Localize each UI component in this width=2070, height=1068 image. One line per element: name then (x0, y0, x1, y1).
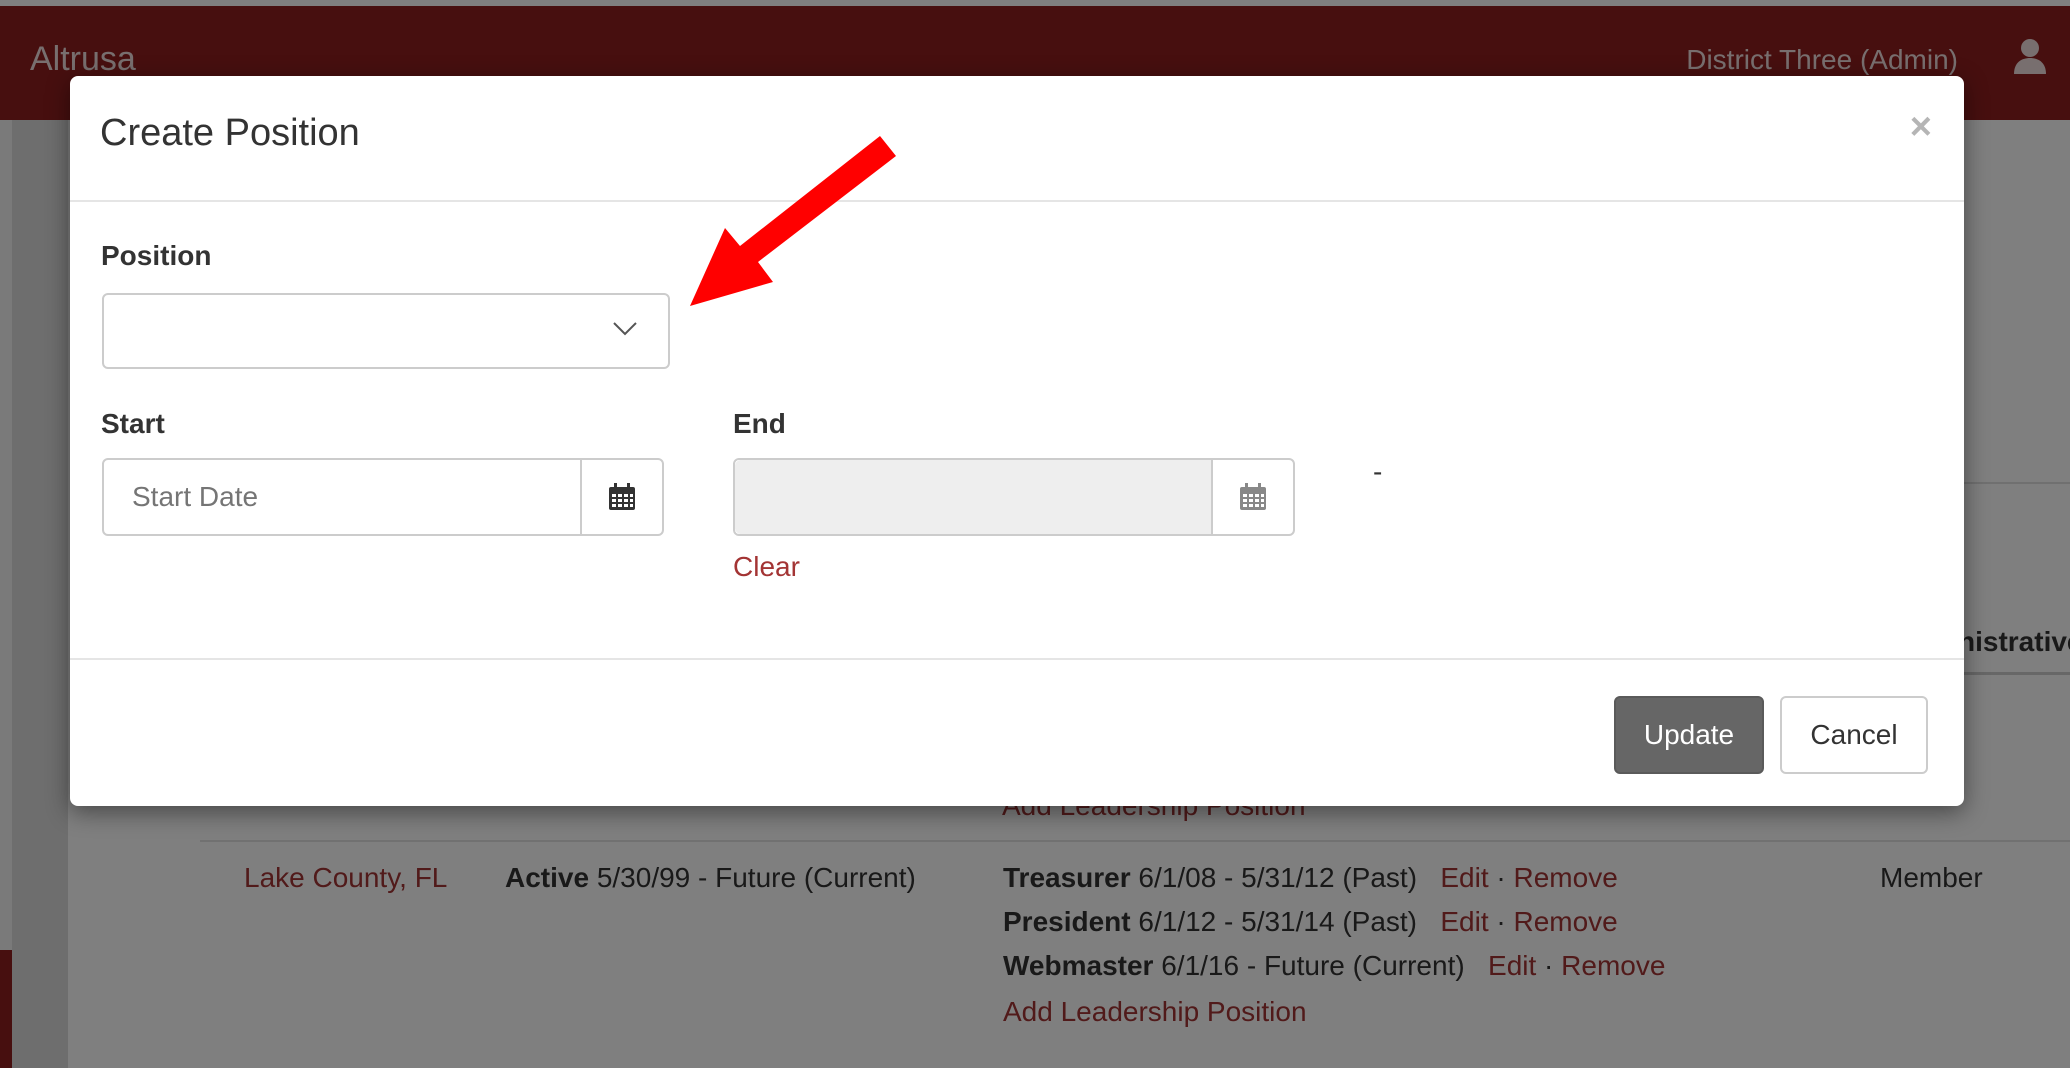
end-label: End (733, 408, 786, 439)
start-label: Start (101, 408, 165, 439)
annotation-arrow-icon (690, 136, 896, 306)
end-calendar-button[interactable] (1211, 460, 1293, 534)
chevron-down-icon (613, 322, 637, 336)
calendar-icon (1240, 483, 1266, 510)
cancel-button[interactable]: Cancel (1780, 696, 1928, 774)
close-icon[interactable]: × (1910, 106, 1932, 149)
end-date-group (733, 458, 1295, 536)
start-calendar-button[interactable] (580, 460, 662, 534)
position-label: Position (101, 240, 212, 271)
update-button[interactable]: Update (1614, 696, 1764, 774)
create-position-modal: Create Position × Position Start End (70, 76, 1964, 806)
start-date-input[interactable] (104, 460, 584, 534)
modal-title: Create Position (100, 112, 360, 154)
date-range-dash: - (1373, 456, 1383, 487)
end-date-input (735, 460, 1215, 534)
clear-end-date-link[interactable]: Clear (733, 551, 800, 583)
modal-footer-divider (70, 658, 1964, 660)
position-select[interactable] (102, 293, 670, 369)
modal-header: Create Position × (70, 76, 1964, 202)
calendar-icon (609, 483, 635, 510)
start-date-group (102, 458, 664, 536)
